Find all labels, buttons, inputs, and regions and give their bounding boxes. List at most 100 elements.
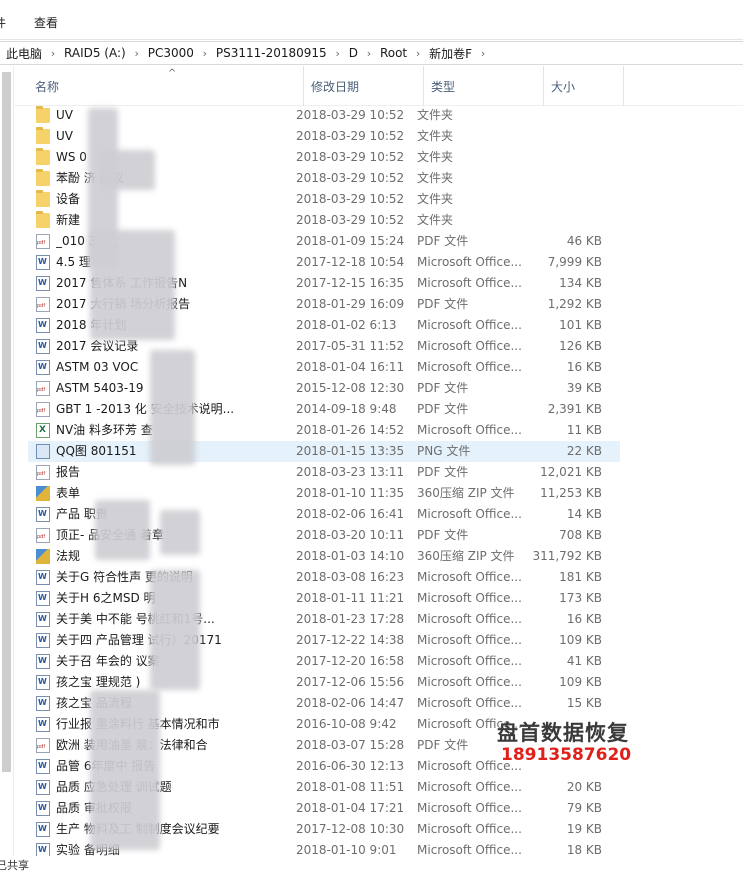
- breadcrumb-d[interactable]: D: [349, 46, 358, 60]
- chevron-right-icon[interactable]: ›: [126, 47, 148, 60]
- file-type: Microsoft Office...: [417, 591, 522, 605]
- file-size: 39 KB: [566, 381, 602, 395]
- folder-icon: [36, 148, 50, 165]
- navigation-pane: [0, 66, 14, 856]
- file-row[interactable]: 报告 2018-03-23 13:11 PDF 文件 12,021 KB: [28, 462, 620, 483]
- address-bar[interactable]: 此电脑 › RAID5 (A:) › PC3000 › PS3111-20180…: [0, 41, 743, 65]
- column-header-date[interactable]: 修改日期: [304, 66, 424, 106]
- excel-icon: [36, 423, 50, 438]
- word-icon: [36, 717, 50, 732]
- file-type: PDF 文件: [417, 465, 469, 479]
- breadcrumb-ps3111[interactable]: PS3111-20180915: [216, 46, 327, 60]
- breadcrumb-volume-f[interactable]: 新加卷F: [429, 45, 472, 62]
- file-date: 2017-05-31 11:52: [296, 339, 405, 353]
- chevron-right-icon[interactable]: ›: [358, 47, 380, 60]
- file-date: 2018-03-08 16:23: [296, 570, 405, 584]
- file-size: 109 KB: [559, 675, 602, 689]
- file-type: PDF 文件: [417, 234, 469, 248]
- file-date: 2018-01-29 16:09: [296, 297, 405, 311]
- chevron-right-icon[interactable]: ›: [407, 47, 429, 60]
- file-size: 12,021 KB: [540, 465, 602, 479]
- file-type: Microsoft Office...: [417, 696, 522, 710]
- file-date: 2018-01-08 11:51: [296, 780, 405, 794]
- breadcrumb-raid5[interactable]: RAID5 (A:): [64, 46, 126, 60]
- file-type: Microsoft Office...: [417, 423, 522, 437]
- file-size: 2,391 KB: [547, 402, 602, 416]
- file-date: 2015-12-08 12:30: [296, 381, 405, 395]
- column-header-type[interactable]: 类型: [424, 66, 544, 106]
- chevron-right-icon[interactable]: ›: [472, 47, 494, 60]
- zip-icon: [36, 486, 50, 501]
- file-date: 2018-03-23 13:11: [296, 465, 405, 479]
- file-size: [528, 189, 602, 210]
- word-icon: [36, 780, 50, 795]
- file-size: 311,792 KB: [532, 549, 602, 563]
- file-size: 11,253 KB: [540, 486, 602, 500]
- word-icon: [36, 675, 50, 690]
- navigation-scrollbar[interactable]: [2, 72, 11, 772]
- file-row[interactable]: GBT 1 -2013 化 安全技术说明...2014-09-18 9:48PD…: [28, 399, 620, 420]
- ribbon-tab-share[interactable]: 件: [0, 14, 6, 31]
- folder-icon: [36, 190, 50, 207]
- privacy-blur: [150, 350, 195, 465]
- chevron-right-icon[interactable]: ›: [327, 47, 349, 60]
- breadcrumb-pc3000[interactable]: PC3000: [148, 46, 194, 60]
- watermark-phone: 18913587620: [501, 745, 632, 765]
- file-date: 2018-03-29 10:52: [296, 192, 405, 206]
- file-row[interactable]: 关于H 6之MSD 明2018-01-11 11:21Microsoft Off…: [28, 588, 620, 609]
- file-size: 11 KB: [566, 423, 602, 437]
- file-row[interactable]: QQ图 801151 2018-01-15 13:35 PNG 文件 22 KB: [28, 441, 620, 462]
- word-icon: [36, 276, 50, 291]
- file-type: 360压缩 ZIP 文件: [417, 549, 515, 563]
- folder-icon: [36, 169, 50, 186]
- file-type: PDF 文件: [417, 297, 469, 311]
- breadcrumb-this-pc[interactable]: 此电脑: [6, 45, 42, 62]
- word-icon: [36, 255, 50, 270]
- file-row[interactable]: ASTM 03 VOC2018-01-04 16:11Microsoft Off…: [28, 357, 620, 378]
- file-size: 41 KB: [566, 654, 602, 668]
- file-row[interactable]: NV油 料多环芳 查2018-01-26 14:52Microsoft Offi…: [28, 420, 620, 441]
- file-row[interactable]: ASTM 5403-192015-12-08 12:30PDF 文件39 KB: [28, 378, 620, 399]
- file-type: PDF 文件: [417, 402, 469, 416]
- file-date: 2018-02-06 16:41: [296, 507, 405, 521]
- file-date: 2018-01-23 17:28: [296, 612, 405, 626]
- file-type: 文件夹: [417, 150, 454, 164]
- word-icon: [36, 318, 50, 333]
- file-size: [528, 210, 602, 231]
- word-icon: [36, 570, 50, 585]
- file-row[interactable]: 关于G 符合性声 更的说明2018-03-08 16:23Microsoft O…: [28, 567, 620, 588]
- pdf-icon: [36, 738, 50, 753]
- file-type: 文件夹: [417, 108, 454, 122]
- chevron-right-icon[interactable]: ›: [42, 47, 64, 60]
- file-date: 2017-12-06 15:56: [296, 675, 405, 689]
- ribbon-tab-view[interactable]: 查看: [34, 14, 58, 31]
- file-type: Microsoft Office...: [417, 801, 522, 815]
- chevron-right-icon[interactable]: ›: [194, 47, 216, 60]
- file-date: 2017-12-08 10:30: [296, 822, 405, 836]
- word-icon: [36, 633, 50, 648]
- file-type: Microsoft Office...: [417, 360, 522, 374]
- file-date: 2017-12-18 10:54: [296, 255, 405, 269]
- file-row[interactable]: 关于四 产品管理 试行）201712017-12-22 14:38Microso…: [28, 630, 620, 651]
- file-type: Microsoft Office...: [417, 570, 522, 584]
- word-icon: [36, 339, 50, 354]
- file-size: 181 KB: [559, 570, 602, 584]
- word-icon: [36, 801, 50, 816]
- file-size: 16 KB: [566, 360, 602, 374]
- breadcrumb-root[interactable]: Root: [380, 46, 407, 60]
- word-icon: [36, 759, 50, 774]
- watermark: 盘首数据恢复 18913587620: [497, 717, 657, 773]
- file-date: 2018-03-07 15:28: [296, 738, 405, 752]
- file-row[interactable]: 关于召 年会的 议案2017-12-20 16:58Microsoft Offi…: [28, 651, 620, 672]
- file-date: 2018-01-04 17:21: [296, 801, 405, 815]
- zip-icon: [36, 549, 50, 564]
- file-size: 708 KB: [559, 528, 602, 542]
- column-header-size[interactable]: 大小: [544, 66, 624, 106]
- file-type: Microsoft Office...: [417, 633, 522, 647]
- column-header-name[interactable]: 名称 ^: [28, 66, 304, 106]
- file-date: 2018-01-09 15:24: [296, 234, 405, 248]
- file-date: 2018-01-02 6:13: [296, 318, 397, 332]
- file-date: 2018-01-10 11:35: [296, 486, 405, 500]
- folder-icon: [36, 211, 50, 228]
- file-row[interactable]: 关于美 中不能 号桃红和1号...2018-01-23 17:28Microso…: [28, 609, 620, 630]
